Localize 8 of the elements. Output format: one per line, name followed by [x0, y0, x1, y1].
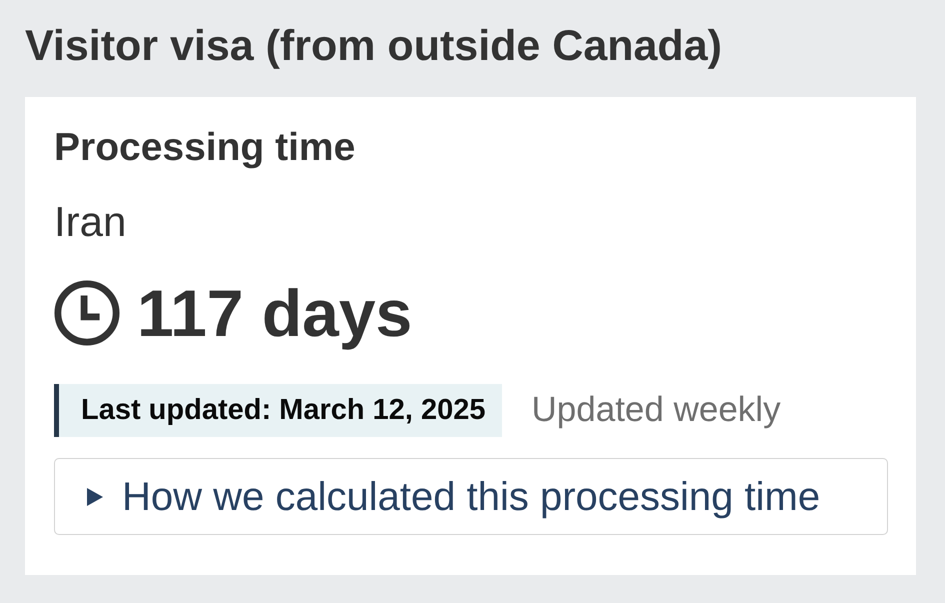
page-title: Visitor visa (from outside Canada): [25, 21, 722, 72]
last-updated-date: Last updated: March 12, 2025: [81, 392, 486, 428]
clock-icon: [54, 280, 120, 346]
processing-time-value: 117 days: [137, 275, 412, 351]
details-summary[interactable]: How we calculated this processing time: [54, 458, 888, 535]
country-name: Iran: [54, 198, 126, 245]
card-heading: Processing time: [54, 125, 356, 171]
update-frequency: Updated weekly: [532, 389, 781, 432]
